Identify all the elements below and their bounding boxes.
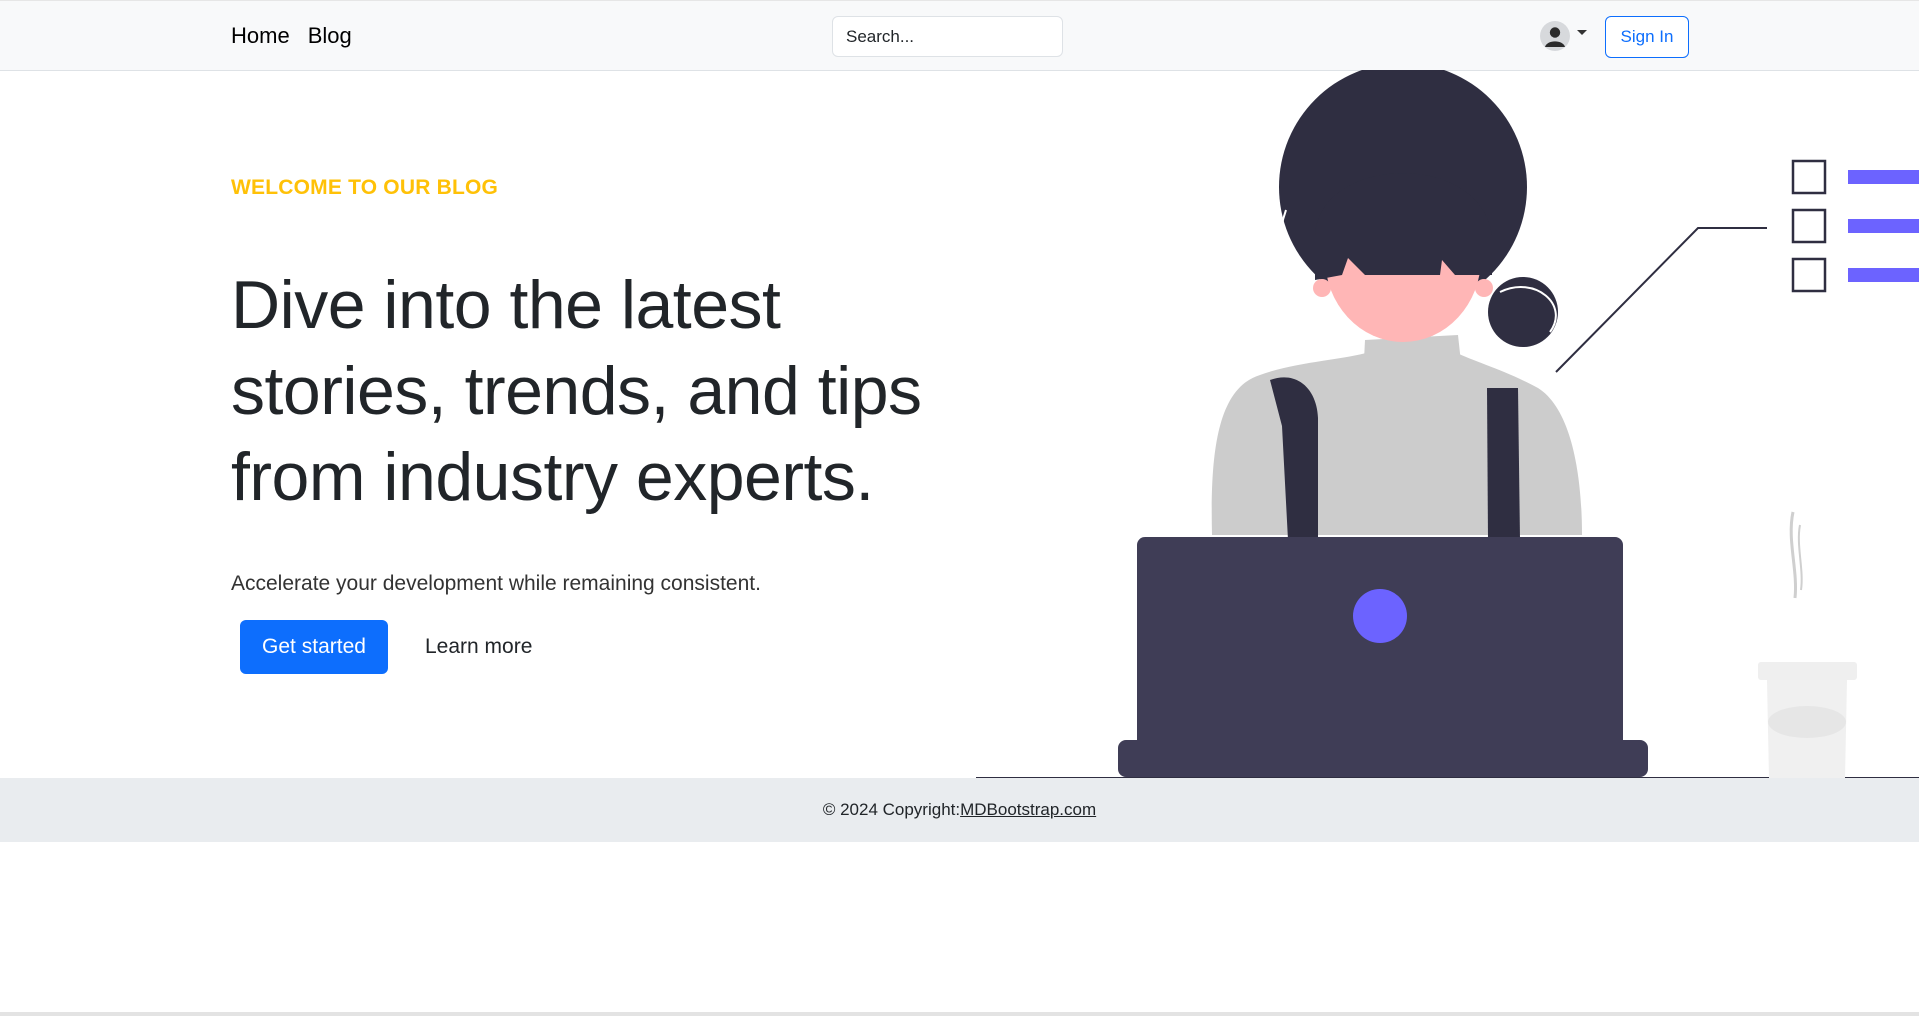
checklist-icon — [1791, 159, 1919, 293]
footer-link[interactable]: MDBootstrap.com — [960, 800, 1096, 820]
nav-link-home[interactable]: Home — [231, 23, 290, 49]
hero-illustration — [976, 70, 1919, 779]
footer: © 2024 Copyright: MDBootstrap.com — [0, 778, 1919, 842]
sign-in-button[interactable]: Sign In — [1605, 16, 1689, 58]
caret-down-icon — [1577, 29, 1587, 35]
pointer-line — [1555, 227, 1767, 373]
headline-line: Dive into the latest — [231, 267, 781, 343]
person-illustration — [1118, 70, 1648, 777]
footer-copyright: © 2024 Copyright: — [822, 800, 961, 819]
user-menu-toggle[interactable] — [1540, 21, 1587, 51]
search-input[interactable] — [832, 16, 1063, 57]
window-bottom-edge — [0, 1012, 1919, 1016]
laptop-logo — [1353, 589, 1407, 643]
user-avatar-icon — [1540, 21, 1570, 51]
headline-line: from industry experts. — [231, 439, 874, 515]
get-started-button[interactable]: Get started — [240, 620, 388, 674]
navbar: Home Blog Sign In — [0, 0, 1919, 71]
hero-lead: Accelerate your development while remain… — [231, 572, 761, 595]
learn-more-button[interactable]: Learn more — [410, 620, 547, 674]
headline-line: stories, trends, and tips — [231, 353, 922, 429]
hero-eyebrow: WELCOME TO OUR BLOG — [231, 176, 499, 199]
coffee-cup-icon — [1758, 511, 1857, 778]
nav-link-blog[interactable]: Blog — [308, 23, 352, 49]
hero-headline: Dive into the latest stories, trends, an… — [231, 262, 971, 520]
nav-links: Home Blog — [231, 23, 352, 49]
